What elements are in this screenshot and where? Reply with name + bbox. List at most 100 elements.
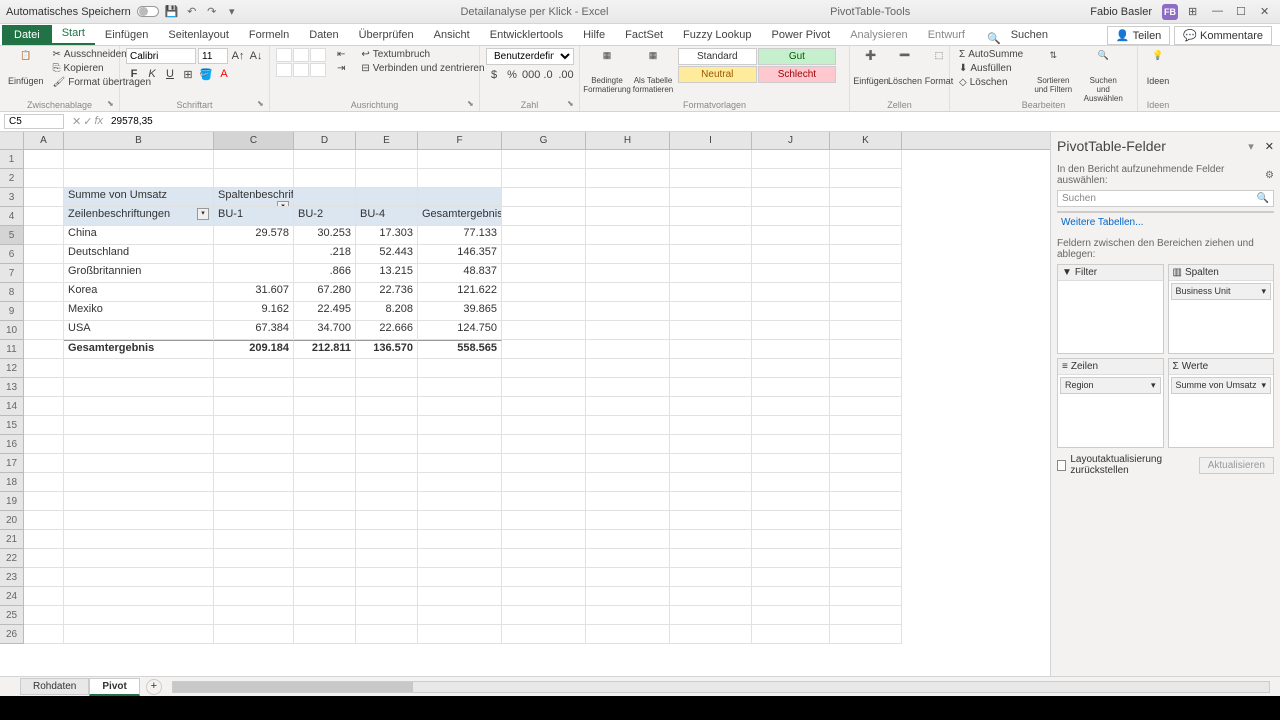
- cell[interactable]: [64, 511, 214, 530]
- cell[interactable]: [356, 454, 418, 473]
- cell[interactable]: [670, 340, 752, 359]
- wrap-text-button[interactable]: ↩Textumbruch: [358, 48, 487, 61]
- decrease-font-icon[interactable]: A↓: [248, 48, 264, 64]
- tell-me[interactable]: Suchen: [1001, 25, 1058, 45]
- tab-insert[interactable]: Einfügen: [95, 25, 158, 45]
- cell[interactable]: [752, 264, 830, 283]
- cell[interactable]: [502, 378, 586, 397]
- cell[interactable]: [294, 435, 356, 454]
- cell[interactable]: [214, 359, 294, 378]
- cell[interactable]: [356, 530, 418, 549]
- row-header[interactable]: 9: [0, 302, 24, 321]
- cell[interactable]: [752, 302, 830, 321]
- cell[interactable]: [586, 340, 670, 359]
- align-mid-center[interactable]: [293, 63, 309, 77]
- cell[interactable]: [830, 245, 902, 264]
- cell[interactable]: 67.384: [214, 321, 294, 340]
- cell[interactable]: [294, 473, 356, 492]
- minimize-icon[interactable]: —: [1212, 5, 1226, 19]
- scroll-thumb[interactable]: [173, 682, 413, 692]
- cell[interactable]: [214, 473, 294, 492]
- cell[interactable]: 17.303: [356, 226, 418, 245]
- cell[interactable]: [830, 587, 902, 606]
- thousand-icon[interactable]: 000: [522, 67, 538, 83]
- style-standard[interactable]: Standard: [678, 48, 757, 65]
- more-tables-link[interactable]: Weitere Tabellen...: [1057, 213, 1274, 232]
- cell[interactable]: [752, 207, 830, 226]
- cell[interactable]: [64, 587, 214, 606]
- style-neutral[interactable]: Neutral: [678, 66, 757, 83]
- cell[interactable]: [586, 606, 670, 625]
- cell[interactable]: [502, 625, 586, 644]
- font-size-select[interactable]: [198, 48, 228, 64]
- cell[interactable]: [670, 378, 752, 397]
- cell[interactable]: [670, 454, 752, 473]
- cell[interactable]: [214, 378, 294, 397]
- cell[interactable]: [752, 169, 830, 188]
- column-header[interactable]: G: [502, 132, 586, 149]
- cell[interactable]: [418, 530, 502, 549]
- cell[interactable]: [294, 359, 356, 378]
- insert-cells-button[interactable]: ➕Einfügen: [856, 48, 886, 88]
- name-box[interactable]: [4, 114, 64, 129]
- cell[interactable]: [214, 568, 294, 587]
- cell[interactable]: [214, 245, 294, 264]
- defer-checkbox[interactable]: [1057, 460, 1066, 471]
- cell[interactable]: [752, 188, 830, 207]
- tab-powerpivot[interactable]: Power Pivot: [762, 25, 841, 45]
- row-header[interactable]: 23: [0, 568, 24, 587]
- autosave-toggle[interactable]: [137, 6, 159, 17]
- cell[interactable]: [830, 454, 902, 473]
- cell[interactable]: [586, 302, 670, 321]
- cell[interactable]: Gesamtergebnis: [418, 207, 502, 226]
- increase-indent-button[interactable]: ⇥: [334, 62, 348, 75]
- cell[interactable]: [214, 587, 294, 606]
- fill-color-icon[interactable]: 🪣: [198, 66, 214, 82]
- cell[interactable]: [64, 530, 214, 549]
- decrease-indent-button[interactable]: ⇤: [334, 48, 348, 61]
- cell[interactable]: Summe von Umsatz: [64, 188, 214, 207]
- tab-view[interactable]: Ansicht: [424, 25, 480, 45]
- comments-button[interactable]: 💬Kommentare: [1174, 26, 1272, 45]
- paste-button[interactable]: 📋 Einfügen: [6, 48, 46, 88]
- cell[interactable]: [830, 207, 902, 226]
- row-header[interactable]: 18: [0, 473, 24, 492]
- cell[interactable]: [24, 568, 64, 587]
- cell[interactable]: [830, 169, 902, 188]
- cell[interactable]: [24, 207, 64, 226]
- cell[interactable]: [418, 378, 502, 397]
- cell[interactable]: [830, 226, 902, 245]
- cell[interactable]: [670, 435, 752, 454]
- find-select-button[interactable]: 🔍Suchen und Auswählen: [1080, 48, 1126, 105]
- cell[interactable]: 30.253: [294, 226, 356, 245]
- percent-icon[interactable]: %: [504, 67, 520, 83]
- cell[interactable]: [830, 568, 902, 587]
- cell[interactable]: 121.622: [418, 283, 502, 302]
- ideas-button[interactable]: 💡Ideen: [1144, 48, 1172, 88]
- font-name-select[interactable]: [126, 48, 196, 64]
- column-header[interactable]: A: [24, 132, 64, 149]
- row-header[interactable]: 6: [0, 245, 24, 264]
- row-header[interactable]: 21: [0, 530, 24, 549]
- tab-start[interactable]: Start: [52, 23, 95, 45]
- cell[interactable]: [64, 454, 214, 473]
- cell[interactable]: [830, 340, 902, 359]
- grid-area[interactable]: ABCDEFGHIJK 1234567891011121314151617181…: [0, 132, 1050, 676]
- cell[interactable]: [418, 150, 502, 169]
- tab-developer[interactable]: Entwicklertools: [480, 25, 573, 45]
- cell[interactable]: 39.865: [418, 302, 502, 321]
- cell[interactable]: 9.162: [214, 302, 294, 321]
- horizontal-scrollbar[interactable]: [172, 681, 1270, 693]
- align-top-right[interactable]: [310, 48, 326, 62]
- cell[interactable]: [24, 587, 64, 606]
- cell[interactable]: 31.607: [214, 283, 294, 302]
- tab-pagelayout[interactable]: Seitenlayout: [158, 25, 239, 45]
- cell[interactable]: [24, 378, 64, 397]
- cell[interactable]: [586, 264, 670, 283]
- cell[interactable]: 48.837: [418, 264, 502, 283]
- cell[interactable]: [752, 473, 830, 492]
- cell[interactable]: [64, 549, 214, 568]
- cell[interactable]: [830, 302, 902, 321]
- align-mid-left[interactable]: [276, 63, 292, 77]
- cell[interactable]: [64, 397, 214, 416]
